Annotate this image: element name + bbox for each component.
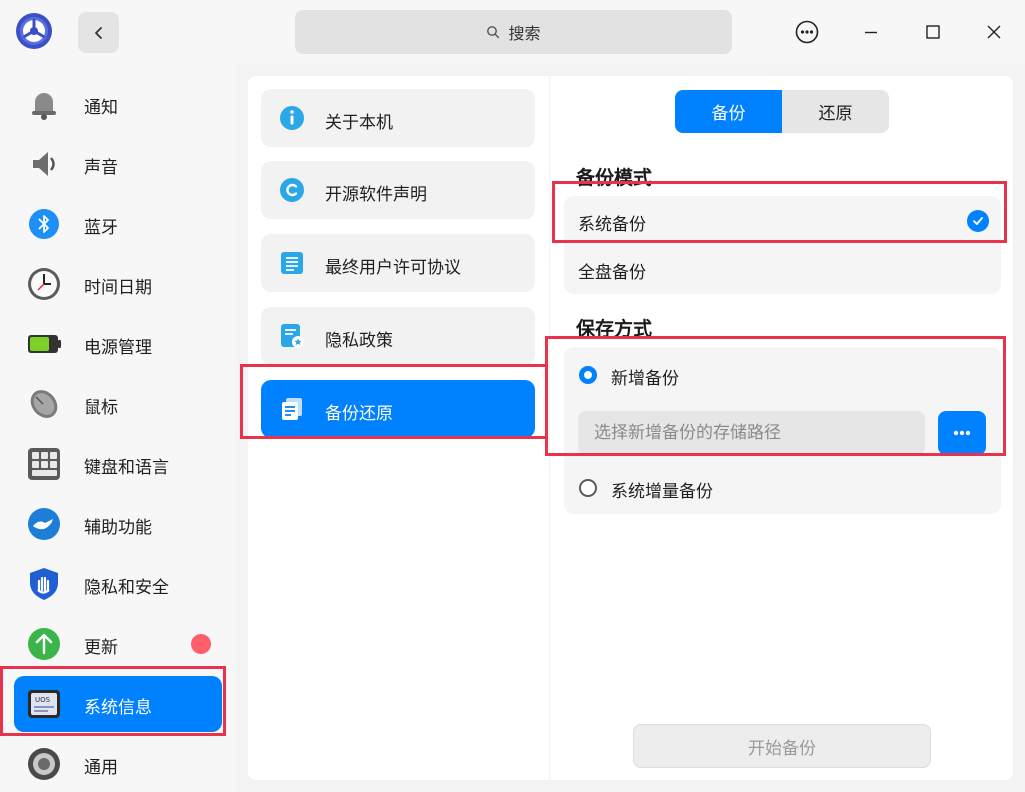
info-icon — [279, 105, 305, 131]
sidebar-item-general[interactable]: 通用 — [14, 736, 222, 792]
menu-button[interactable] — [789, 14, 825, 50]
keyboard-icon — [26, 446, 62, 482]
minimize-icon — [865, 31, 877, 34]
menu-item-eula[interactable]: 最终用户许可协议 — [261, 234, 535, 292]
back-button[interactable] — [78, 12, 119, 53]
system-info-menu: 关于本机 开源软件声明 最终用户许可协议 隐私政策 备份还原 — [248, 76, 549, 780]
backup-mode-group: 系统备份 全盘备份 — [564, 196, 1001, 294]
option-label: 新增备份 — [611, 369, 679, 389]
backup-restore-panel: 备份 还原 备份模式 系统备份 全盘备份 保存方式 新增备份 选择新增备份的存储… — [550, 76, 1013, 780]
speaker-icon — [26, 146, 62, 182]
sidebar-item-system-info[interactable]: UOS 系统信息 — [14, 676, 222, 732]
checkmark-icon — [967, 210, 989, 232]
battery-icon — [26, 326, 62, 362]
tab-backup[interactable]: 备份 — [675, 90, 782, 133]
menu-item-privacy-policy[interactable]: 隐私政策 — [261, 307, 535, 365]
menu-item-label: 隐私政策 — [325, 331, 393, 351]
radio-selected-icon — [579, 366, 597, 384]
clock-icon — [26, 266, 62, 302]
menu-item-label: 开源软件声明 — [325, 185, 427, 205]
sidebar-item-label: 隐私和安全 — [84, 578, 169, 598]
menu-item-label: 关于本机 — [325, 113, 393, 133]
menu-item-open-source[interactable]: 开源软件声明 — [261, 161, 535, 219]
uos-label: UOS — [35, 696, 51, 704]
sidebar-item-notifications[interactable]: 通知 — [14, 76, 222, 132]
search-placeholder: 搜索 — [508, 24, 541, 43]
title-bar: 搜索 — [0, 0, 1025, 64]
radio-unselected-icon — [579, 479, 597, 497]
sidebar-item-label: 通知 — [84, 98, 118, 118]
option-label: 全盘备份 — [578, 263, 646, 283]
menu-item-backup-restore[interactable]: 备份还原 — [261, 380, 535, 438]
bluetooth-icon — [26, 206, 62, 242]
tab-restore[interactable]: 还原 — [782, 90, 889, 133]
backup-mode-title: 备份模式 — [576, 167, 653, 189]
sidebar-item-label: 声音 — [84, 158, 118, 178]
browse-path-button[interactable] — [938, 411, 986, 455]
sidebar-item-label: 鼠标 — [84, 398, 118, 418]
search-input[interactable]: 搜索 — [295, 10, 732, 54]
more-dots-icon — [953, 430, 971, 436]
option-system-backup[interactable]: 系统备份 — [564, 196, 1001, 246]
sidebar-item-label: 蓝牙 — [84, 218, 118, 238]
sidebar-item-keyboard[interactable]: 键盘和语言 — [14, 436, 222, 492]
close-button[interactable] — [976, 14, 1012, 50]
menu-item-about[interactable]: 关于本机 — [261, 89, 535, 147]
sidebar-item-mouse[interactable]: 鼠标 — [14, 376, 222, 432]
sidebar-item-privacy[interactable]: 隐私和安全 — [14, 556, 222, 612]
option-incremental-backup[interactable]: 系统增量备份 — [564, 465, 1001, 514]
mouse-icon — [26, 386, 62, 422]
gear-icon — [26, 746, 62, 782]
option-label: 系统增量备份 — [611, 482, 713, 502]
system-info-icon: UOS — [26, 686, 62, 722]
more-circle-icon — [795, 20, 819, 44]
maximize-button[interactable] — [915, 14, 951, 50]
path-placeholder: 选择新增备份的存储路径 — [594, 423, 781, 443]
option-full-backup[interactable]: 全盘备份 — [564, 246, 1001, 294]
backup-icon — [279, 396, 305, 422]
sidebar-item-bluetooth[interactable]: 蓝牙 — [14, 196, 222, 252]
maximize-icon — [926, 25, 940, 39]
option-new-backup[interactable]: 新增备份 — [564, 347, 1001, 403]
start-backup-button[interactable]: 开始备份 — [633, 724, 931, 768]
sidebar-item-label: 系统信息 — [84, 698, 152, 718]
document-icon — [279, 250, 305, 276]
menu-item-label: 备份还原 — [325, 404, 393, 424]
sidebar-item-label: 电源管理 — [84, 338, 152, 358]
sidebar-item-label: 更新 — [84, 638, 118, 658]
save-method-title: 保存方式 — [576, 318, 653, 340]
copyright-icon — [279, 177, 305, 203]
save-method-group: 新增备份 选择新增备份的存储路径 系统增量备份 — [564, 347, 1001, 514]
update-arrow-icon — [26, 626, 62, 662]
minimize-button[interactable] — [853, 14, 889, 50]
privacy-doc-icon — [279, 323, 305, 349]
accessibility-icon — [26, 506, 62, 542]
sidebar-item-power[interactable]: 电源管理 — [14, 316, 222, 372]
backup-restore-tabs: 备份 还原 — [675, 90, 889, 133]
menu-item-label: 最终用户许可协议 — [325, 258, 461, 278]
sidebar-item-label: 辅助功能 — [84, 518, 152, 538]
sidebar-item-update[interactable]: 更新 — [14, 616, 222, 672]
chevron-left-icon — [94, 26, 102, 39]
shield-icon — [26, 566, 62, 602]
sidebar-item-accessibility[interactable]: 辅助功能 — [14, 496, 222, 552]
option-label: 系统备份 — [578, 215, 646, 235]
sidebar-item-label: 键盘和语言 — [84, 458, 169, 478]
bell-icon — [26, 86, 62, 122]
app-logo-icon — [15, 12, 53, 50]
close-icon — [987, 25, 1001, 39]
sidebar-item-label: 通用 — [84, 758, 118, 778]
sidebar: 通知 声音 蓝牙 时间日期 电源管理 鼠标 键盘和语言 辅助功能 隐私和安全 更… — [0, 64, 236, 792]
sidebar-item-sound[interactable]: 声音 — [14, 136, 222, 192]
sidebar-item-datetime[interactable]: 时间日期 — [14, 256, 222, 312]
backup-path-input[interactable]: 选择新增备份的存储路径 — [578, 411, 925, 455]
search-icon — [487, 26, 500, 39]
sidebar-item-label: 时间日期 — [84, 278, 152, 298]
update-badge — [191, 634, 211, 654]
